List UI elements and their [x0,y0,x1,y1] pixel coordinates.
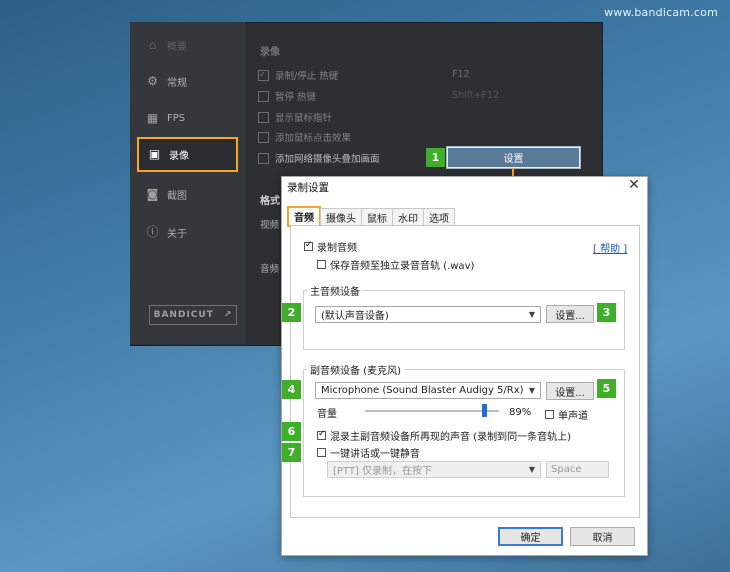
step-badge-5: 5 [597,379,616,398]
dialog-title: 录制设置 [287,182,329,194]
tab-mouse[interactable]: 鼠标 [361,208,393,225]
option-show-cursor[interactable]: 显示鼠标指针 [258,110,332,124]
volume-value: 89% [509,407,532,418]
gear-icon: ⚙ [147,73,158,88]
primary-device-label: 主音频设备 [307,283,363,298]
sidebar-item-home[interactable]: ⌂ 概要 [137,30,237,60]
video-record-icon: ▣ [148,147,161,161]
checkbox[interactable]: ✓ [258,69,269,81]
volume-slider[interactable] [365,410,499,412]
option-pause-hotkey[interactable]: 暂停 热键 [258,89,316,103]
step-badge-2: 2 [282,303,301,322]
step-badge-7: 7 [282,443,301,462]
volume-slider-thumb[interactable] [481,404,487,417]
video-label: 视频 [260,220,280,231]
record-audio-checkbox[interactable] [304,240,313,251]
close-icon[interactable]: ✕ [626,177,642,193]
home-icon: ⌂ [148,37,157,52]
chevron-down-icon: ▼ [528,386,535,395]
option-webcam-overlay[interactable]: 添加网络摄像头叠加画面 [258,151,380,165]
checkbox[interactable] [258,90,269,102]
tab-webcam[interactable]: 摄像头 [320,208,362,225]
step-badge-4: 4 [282,380,301,399]
external-link-icon: ↗ [223,310,233,320]
sidebar-item-video[interactable]: ▣ 录像 [137,137,238,172]
sidebar-item-general[interactable]: ⚙ 常规 [137,66,237,96]
tab-watermark[interactable]: 水印 [392,208,424,225]
mix-option[interactable]: 混录主副音频设备所再现的声音 (录制到同一条音轨上) [317,428,571,443]
ptt-mode-select[interactable]: [PTT] 仅录制，在按下 ▼ [327,461,541,478]
mono-checkbox[interactable] [545,410,554,419]
ok-button[interactable]: 确定 [498,527,563,546]
step-badge-1: 1 [426,148,445,167]
ptt-hotkey-field[interactable]: Space [546,461,609,478]
primary-settings-button[interactable]: 设置... [546,305,594,323]
secondary-device-select[interactable]: Microphone (Sound Blaster Audigy 5/Rx) ▼ [315,382,541,399]
camera-icon: ◙ [146,186,159,201]
checkbox[interactable] [258,152,269,164]
save-separate-option[interactable]: 保存音频至独立录音音轨 (.wav) [317,257,474,272]
bandicut-button[interactable]: BANDICUT ↗ [149,305,237,325]
mono-option[interactable]: 单声道 [545,407,588,422]
option-record-hotkey[interactable]: ✓ 录制/停止 热键 [258,68,338,82]
save-separate-checkbox[interactable] [317,260,326,269]
hotkey-value: F12 [452,69,470,80]
sidebar-item-about[interactable]: ⓘ 关于 [137,217,237,247]
checkbox[interactable] [258,111,269,123]
step-badge-6: 6 [282,422,301,441]
primary-device-select[interactable]: (默认声音设备) ▼ [315,306,541,323]
sidebar-item-fps[interactable]: ▦ FPS [137,103,237,133]
record-audio-option[interactable]: 录制音频 [304,239,357,254]
step-badge-3: 3 [597,303,616,322]
audio-label: 音频 [260,264,280,275]
tab-audio[interactable]: 音频 [287,206,321,227]
mix-checkbox[interactable] [317,429,326,440]
chevron-down-icon: ▼ [528,465,535,474]
info-icon: ⓘ [146,224,159,239]
volume-label: 音量 [317,409,337,420]
cancel-button[interactable]: 取消 [570,527,635,546]
tab-options[interactable]: 选项 [423,208,455,225]
option-click-effect[interactable]: 添加鼠标点击效果 [258,130,351,144]
checkbox[interactable] [258,131,269,143]
help-link[interactable]: [ 帮助 ] [593,240,627,255]
secondary-device-label: 副音频设备 (麦克风) [307,362,404,377]
watermark: www.bandicam.com [604,6,718,19]
chevron-down-icon: ▼ [528,310,535,319]
settings-button[interactable]: 设置 [446,146,581,169]
secondary-settings-button[interactable]: 设置... [546,382,594,400]
hotkey-value: Shift+F12 [452,90,500,101]
ptt-option[interactable]: 一键讲话或一键静音 [317,445,420,460]
section-title: 录像 [260,47,280,58]
ptt-checkbox[interactable] [317,448,326,457]
fps-icon: ▦ [146,110,159,125]
format-label: 格式 [260,196,280,207]
sidebar-item-image[interactable]: ◙ 截图 [137,179,237,209]
